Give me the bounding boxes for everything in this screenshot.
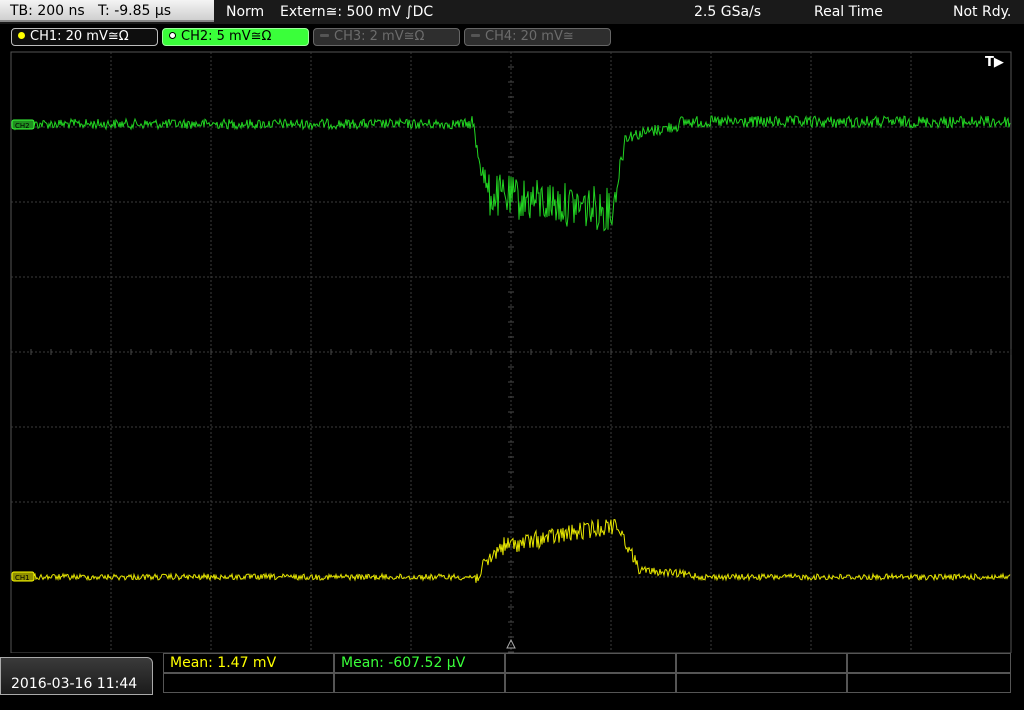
- sample-rate: 2.5 GSa/s: [694, 4, 762, 20]
- trigger-mode[interactable]: Norm: [226, 2, 264, 22]
- waveform-display[interactable]: CH2 CH1 T▶: [0, 50, 1024, 653]
- channel-1-button[interactable]: CH1: 20 mV≅Ω: [11, 28, 158, 46]
- timebase-value: TB: 200 ns: [10, 3, 85, 19]
- channel-bar: CH1: 20 mV≅Ω CH2: 5 mV≅Ω CH3: 2 mV≅Ω CH4…: [0, 25, 1024, 50]
- channel-1-marker-label: CH1: [15, 574, 30, 582]
- measurement-4-empty[interactable]: [676, 653, 847, 673]
- channel-2-indicator-icon: [169, 32, 176, 39]
- measurement-7-empty[interactable]: [334, 673, 505, 693]
- measurement-3-empty[interactable]: [505, 653, 676, 673]
- trigger-level-marker[interactable]: T▶: [985, 55, 1004, 70]
- channel-4-button[interactable]: CH4: 20 mV≅: [464, 28, 611, 46]
- status-bar: TB: 200 ns T: -9.85 µs Norm Extern≅: 500…: [0, 0, 1024, 24]
- measurement-2[interactable]: Mean: -607.52 µV: [334, 653, 505, 673]
- channel-3-label: CH3: 2 mV≅Ω: [334, 29, 425, 44]
- measurement-5-empty[interactable]: [847, 653, 1011, 673]
- measurement-10-empty[interactable]: [847, 673, 1011, 693]
- measurement-table: Mean: 1.47 mV Mean: -607.52 µV: [163, 653, 1011, 695]
- trigger-source[interactable]: Extern≅: 500 mV ∫DC: [280, 2, 433, 22]
- channel-1-label: CH1: 20 mV≅Ω: [30, 29, 129, 44]
- channel-3-indicator-icon: [320, 34, 329, 37]
- measurement-8-empty[interactable]: [505, 673, 676, 693]
- channel-1-indicator-icon: [18, 32, 25, 39]
- channel-2-marker-label: CH2: [15, 122, 30, 130]
- measurement-6-empty[interactable]: [163, 673, 334, 693]
- acquisition-status: Not Rdy.: [953, 4, 1012, 20]
- timebase-box[interactable]: TB: 200 ns T: -9.85 µs: [0, 0, 214, 22]
- channel-4-indicator-icon: [471, 34, 480, 37]
- measurement-1[interactable]: Mean: 1.47 mV: [163, 653, 334, 673]
- channel-3-button[interactable]: CH3: 2 mV≅Ω: [313, 28, 460, 46]
- channel-2-label: CH2: 5 mV≅Ω: [181, 29, 272, 44]
- measurement-9-empty[interactable]: [676, 673, 847, 693]
- channel-2-button[interactable]: CH2: 5 mV≅Ω: [162, 28, 309, 46]
- channel-4-label: CH4: 20 mV≅: [485, 29, 574, 44]
- trigger-time-value: T: -9.85 µs: [98, 3, 172, 19]
- timestamp: 2016-03-16 11:44: [11, 676, 138, 692]
- measurement-bar: 2016-03-16 11:44 Mean: 1.47 mV Mean: -60…: [0, 653, 1024, 695]
- acquisition-mode: Real Time: [814, 4, 883, 20]
- timestamp-box: 2016-03-16 11:44: [0, 657, 153, 695]
